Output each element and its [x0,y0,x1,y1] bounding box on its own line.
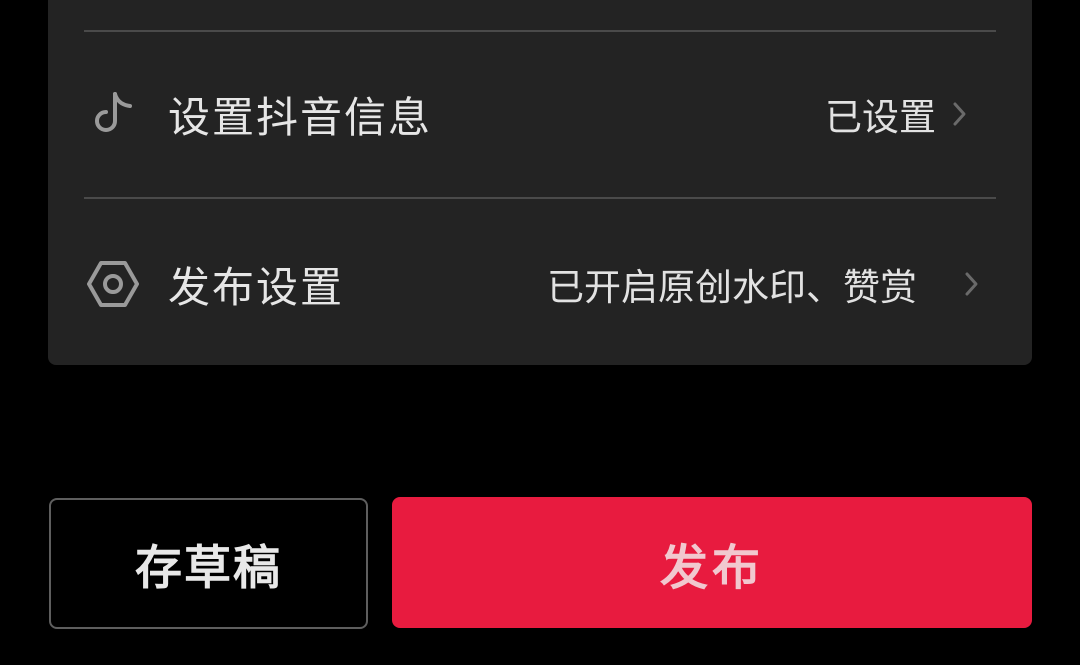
save-draft-button[interactable]: 存草稿 [49,498,368,629]
settings-panel: 设置抖音信息 已设置 发布设置 已开启原创水印、赞赏 [48,0,1032,365]
hexagon-gear-icon [86,257,140,311]
divider [84,30,996,32]
publish-settings-screen: 设置抖音信息 已设置 发布设置 已开启原创水印、赞赏 存草稿 发布 [0,0,1080,665]
publish-button[interactable]: 发布 [392,497,1032,628]
publish-settings-label: 发布设置 [168,262,345,312]
douyin-info-status: 已设置 [825,96,936,139]
divider [84,197,996,199]
tiktok-icon [86,87,140,141]
douyin-info-label: 设置抖音信息 [168,92,433,142]
chevron-right-icon [960,269,984,299]
chevron-right-icon [948,99,972,129]
publish-settings-row[interactable]: 发布设置 已开启原创水印、赞赏 [48,224,1032,344]
publish-settings-status: 已开启原创水印、赞赏 [547,266,917,309]
douyin-info-row[interactable]: 设置抖音信息 已设置 [48,54,1032,174]
